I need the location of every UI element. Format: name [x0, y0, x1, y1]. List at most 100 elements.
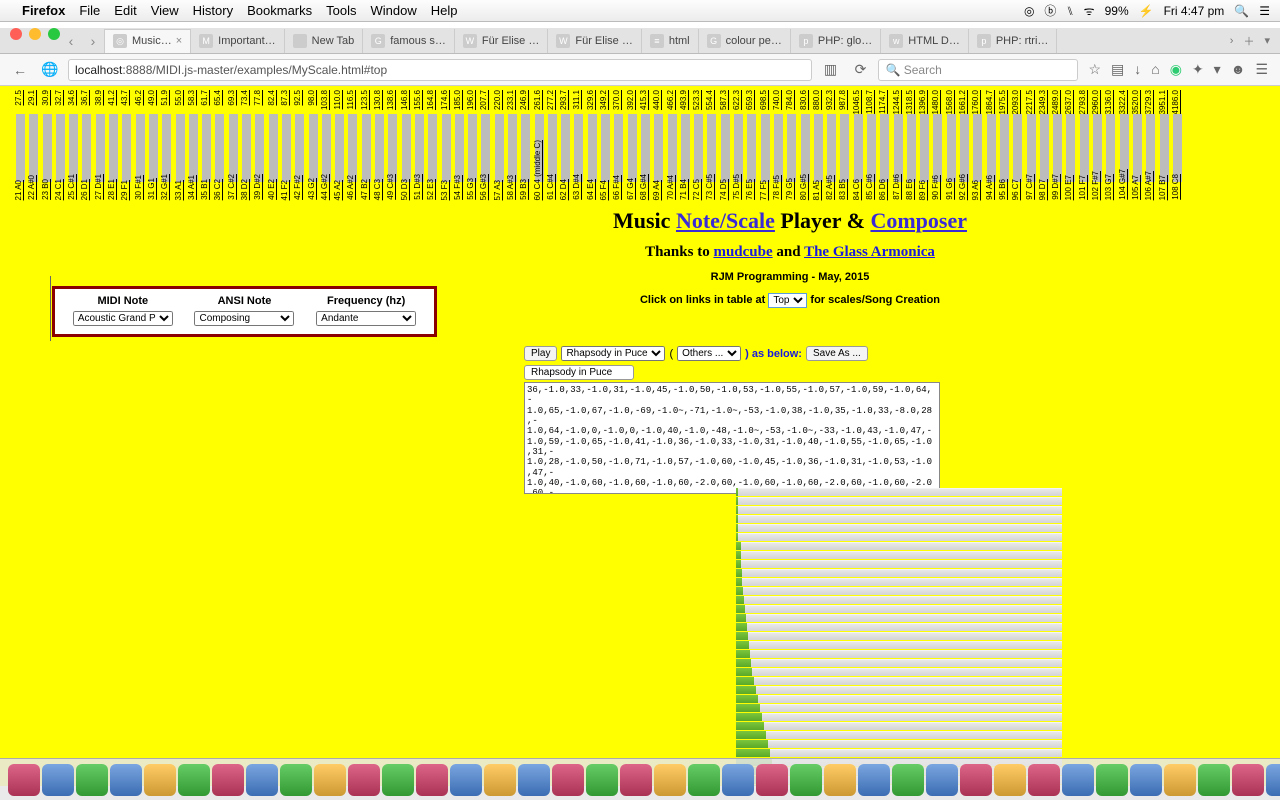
spotlight-icon[interactable]: 🔍 [1234, 4, 1249, 18]
piano-key[interactable]: 130.848 C3 [373, 90, 386, 200]
dock-app[interactable] [110, 764, 142, 796]
menu-view[interactable]: View [151, 3, 179, 18]
dock-app[interactable] [824, 764, 856, 796]
piano-key[interactable]: 207.756 G#3 [479, 90, 492, 200]
piano-key[interactable]: 1480.090 F#6 [931, 90, 944, 200]
mudcube-link[interactable]: mudcube [713, 244, 772, 260]
browser-tab[interactable]: WFür Elise … [548, 29, 641, 53]
browser-tab[interactable]: WFür Elise … [455, 29, 548, 53]
piano-key[interactable]: 392.067 G4 [626, 90, 639, 200]
dock-app[interactable] [8, 764, 40, 796]
piano-key[interactable]: 164.852 E3 [426, 90, 439, 200]
piano-key[interactable]: 3136.0103 G7 [1104, 90, 1117, 200]
piano-key[interactable]: 1661.292 G#6 [958, 90, 971, 200]
piano-key[interactable]: 30.923 B0 [41, 90, 54, 200]
status-icon[interactable]: ◎ [1024, 4, 1034, 18]
addon2-icon[interactable]: ✦ [1192, 61, 1204, 78]
top-select[interactable]: Top [768, 293, 807, 308]
piano-key[interactable]: 4186.0108 C8 [1171, 90, 1184, 200]
piano-key[interactable]: 1046.584 C6 [852, 90, 865, 200]
dock-app[interactable] [926, 764, 958, 796]
browser-tab[interactable]: pPHP: glo… [791, 29, 881, 53]
tempo-select[interactable]: Andante [316, 311, 416, 326]
mode-select[interactable]: Composing [194, 311, 294, 326]
piano-key[interactable]: 1244.587 D#6 [892, 90, 905, 200]
dock-app[interactable] [994, 764, 1026, 796]
piano-key[interactable]: 932.382 A#5 [825, 90, 838, 200]
piano-key[interactable]: 1174.786 D6 [878, 90, 891, 200]
piano-key[interactable]: 1975.595 B6 [998, 90, 1011, 200]
song-name-input[interactable] [524, 365, 634, 380]
menu-file[interactable]: File [79, 3, 100, 18]
reader-mode-icon[interactable]: ▥ [818, 58, 842, 82]
dock-app[interactable] [212, 764, 244, 796]
tabs-menu-icon[interactable]: ▾ [1264, 34, 1270, 47]
dock-app[interactable] [552, 764, 584, 796]
piano-key[interactable]: 55.033 A1 [174, 90, 187, 200]
piano-key[interactable]: 2349.398 D7 [1038, 90, 1051, 200]
minimize-window-button[interactable] [29, 28, 41, 40]
wifi-icon[interactable]: ᯤ [1084, 2, 1095, 19]
dock-app[interactable] [416, 764, 448, 796]
menu-help[interactable]: Help [431, 3, 458, 18]
piano-key[interactable]: 43.729 F1 [120, 90, 133, 200]
url-field[interactable]: localhost:8888/MIDI.js-master/examples/M… [68, 59, 812, 81]
dock-app[interactable] [314, 764, 346, 796]
piano-key[interactable]: 261.660 C4 (middle C) [533, 90, 546, 200]
addon3-icon[interactable]: ▾ [1214, 61, 1221, 78]
piano-key[interactable]: 698.577 F5 [759, 90, 772, 200]
piano-key[interactable]: 138.649 C#3 [386, 90, 399, 200]
play-button[interactable]: Play [524, 346, 557, 361]
volume-icon[interactable]: ⑊ [1066, 4, 1073, 18]
new-tab-button[interactable]: ＋ [1243, 33, 1254, 49]
dock-app[interactable] [42, 764, 74, 796]
others-select[interactable]: Others ... [677, 346, 741, 361]
dock-app[interactable] [960, 764, 992, 796]
hamburger-menu-icon[interactable]: ☰ [1255, 61, 1268, 78]
piano-key[interactable]: 65.436 C2 [213, 90, 226, 200]
piano-key[interactable]: 34.625 C#1 [67, 90, 80, 200]
dock-app[interactable] [858, 764, 890, 796]
piano-key[interactable]: 554.473 C#5 [705, 90, 718, 200]
piano-key[interactable]: 880.081 A5 [812, 90, 825, 200]
notes-textarea[interactable] [524, 382, 940, 494]
dock-app[interactable] [518, 764, 550, 796]
piano-key[interactable]: 3729.3106 A#7 [1144, 90, 1157, 200]
dock-app[interactable] [382, 764, 414, 796]
dock-app[interactable] [688, 764, 720, 796]
dock-app[interactable] [484, 764, 516, 796]
piano-key[interactable]: 36.726 D1 [80, 90, 93, 200]
piano-key[interactable]: 523.372 C5 [692, 90, 705, 200]
browser-tab[interactable]: ◎Music…× [104, 29, 191, 53]
piano-key[interactable]: 82.440 E2 [267, 90, 280, 200]
piano-key[interactable]: 73.438 D2 [240, 90, 253, 200]
piano-key[interactable]: 3951.1107 B7 [1158, 90, 1171, 200]
piano-key[interactable]: 415.368 G#4 [639, 90, 652, 200]
piano-key[interactable]: 69.337 C#2 [227, 90, 240, 200]
piano-key[interactable]: 27.521 A0 [14, 90, 27, 200]
addon4-icon[interactable]: ☻ [1231, 61, 1246, 78]
piano-key[interactable]: 29.122 A#0 [27, 90, 40, 200]
close-window-button[interactable] [10, 28, 22, 40]
dock-app[interactable] [1232, 764, 1264, 796]
dock-app[interactable] [450, 764, 482, 796]
bookmark-star-icon[interactable]: ☆ [1088, 61, 1101, 78]
tab-back-icon[interactable]: ‹ [60, 33, 82, 49]
reload-button[interactable]: ⟳ [848, 58, 872, 82]
composer-link[interactable]: Composer [870, 208, 967, 233]
piano-key[interactable]: 2093.096 C7 [1011, 90, 1024, 200]
dock-app[interactable] [620, 764, 652, 796]
dock-app[interactable] [1062, 764, 1094, 796]
piano-key[interactable]: 2793.8101 F7 [1078, 90, 1091, 200]
piano-key[interactable]: 46.230 F#1 [134, 90, 147, 200]
home-button[interactable]: ⌂ [1151, 61, 1159, 78]
menu-bookmarks[interactable]: Bookmarks [247, 3, 312, 18]
piano-key[interactable]: 61.735 B1 [200, 90, 213, 200]
piano-key[interactable]: 2960.0102 F#7 [1091, 90, 1104, 200]
dock-app[interactable] [586, 764, 618, 796]
piano-key[interactable]: 2217.597 C#7 [1025, 90, 1038, 200]
piano-key[interactable]: 233.158 A#3 [506, 90, 519, 200]
piano-key[interactable]: 196.055 G3 [466, 90, 479, 200]
zoom-window-button[interactable] [48, 28, 60, 40]
dock-app[interactable] [722, 764, 754, 796]
